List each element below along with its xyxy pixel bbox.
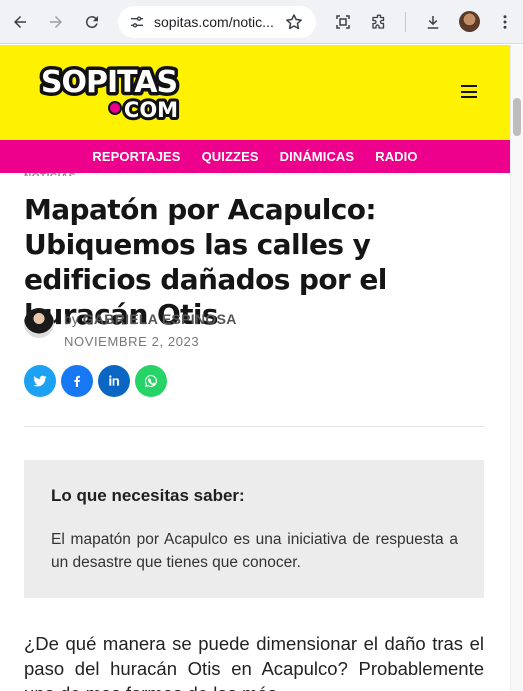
svg-text:COM: COM bbox=[124, 98, 178, 122]
author-avatar[interactable] bbox=[24, 308, 54, 338]
back-button[interactable] bbox=[6, 8, 34, 36]
divider bbox=[24, 426, 484, 427]
share-facebook-button[interactable] bbox=[61, 365, 93, 397]
arrow-right-icon bbox=[50, 16, 62, 28]
toolbar-separator bbox=[405, 12, 406, 32]
sopitas-logo[interactable]: SOPITAS SOPITAS COM COM bbox=[38, 61, 180, 124]
nav-item-reportajes[interactable]: REPORTAJES bbox=[92, 149, 180, 164]
hamburger-menu-icon[interactable] bbox=[461, 85, 477, 98]
url-text[interactable]: sopitas.com/notic... bbox=[154, 14, 282, 30]
linkedin-icon bbox=[109, 375, 120, 386]
web-page: SOPITAS SOPITAS COM COM REPORTAJES QUIZZ… bbox=[0, 45, 510, 691]
scrollbar[interactable] bbox=[510, 45, 523, 691]
nav-item-radio[interactable]: RADIO bbox=[375, 149, 417, 164]
extensions-icon[interactable] bbox=[366, 8, 392, 36]
nav-item-quizzes[interactable]: QUIZZES bbox=[202, 149, 259, 164]
nav-item-dinamicas[interactable]: DINÁMICAS bbox=[280, 149, 355, 164]
byline-prefix: by bbox=[64, 311, 79, 327]
share-whatsapp-button[interactable] bbox=[135, 365, 167, 397]
byline: by GABRIELA ESPINOSA bbox=[64, 311, 237, 327]
bookmark-star-icon[interactable] bbox=[284, 12, 304, 32]
twitter-icon bbox=[33, 375, 47, 387]
screenshot-icon[interactable] bbox=[330, 8, 356, 36]
publish-date: NOVIEMBRE 2, 2023 bbox=[64, 334, 200, 349]
svg-text:SOPITAS: SOPITAS bbox=[41, 65, 177, 100]
download-icon[interactable] bbox=[420, 8, 446, 36]
article-body-paragraph: ¿De qué manera se puede dimensionar el d… bbox=[24, 633, 484, 691]
summary-heading: Lo que necesitas saber: bbox=[51, 486, 245, 505]
scrollbar-thumb[interactable] bbox=[513, 98, 521, 136]
facebook-icon bbox=[74, 375, 80, 387]
share-linkedin-button[interactable] bbox=[98, 365, 130, 397]
reload-icon bbox=[85, 16, 98, 29]
whatsapp-icon bbox=[145, 375, 157, 387]
browser-toolbar: sopitas.com/notic... bbox=[0, 0, 523, 44]
summary-box: Lo que necesitas saber: El mapatón por A… bbox=[24, 460, 484, 598]
article-category[interactable]: NOTICIAS bbox=[24, 172, 76, 176]
author-name[interactable]: GABRIELA ESPINOSA bbox=[83, 311, 237, 327]
main-nav: REPORTAJES QUIZZES DINÁMICAS RADIO bbox=[0, 140, 510, 173]
reload-button[interactable] bbox=[78, 8, 106, 36]
site-settings-icon[interactable] bbox=[126, 11, 148, 33]
address-bar[interactable]: sopitas.com/notic... bbox=[118, 6, 316, 38]
arrow-left-icon bbox=[14, 16, 26, 28]
summary-text: El mapatón por Acapulco es una iniciativ… bbox=[51, 531, 458, 571]
site-header: SOPITAS SOPITAS COM COM bbox=[0, 45, 510, 140]
forward-button[interactable] bbox=[42, 8, 70, 36]
share-twitter-button[interactable] bbox=[24, 365, 56, 397]
more-menu-icon[interactable] bbox=[495, 8, 515, 36]
profile-avatar[interactable] bbox=[459, 11, 480, 32]
